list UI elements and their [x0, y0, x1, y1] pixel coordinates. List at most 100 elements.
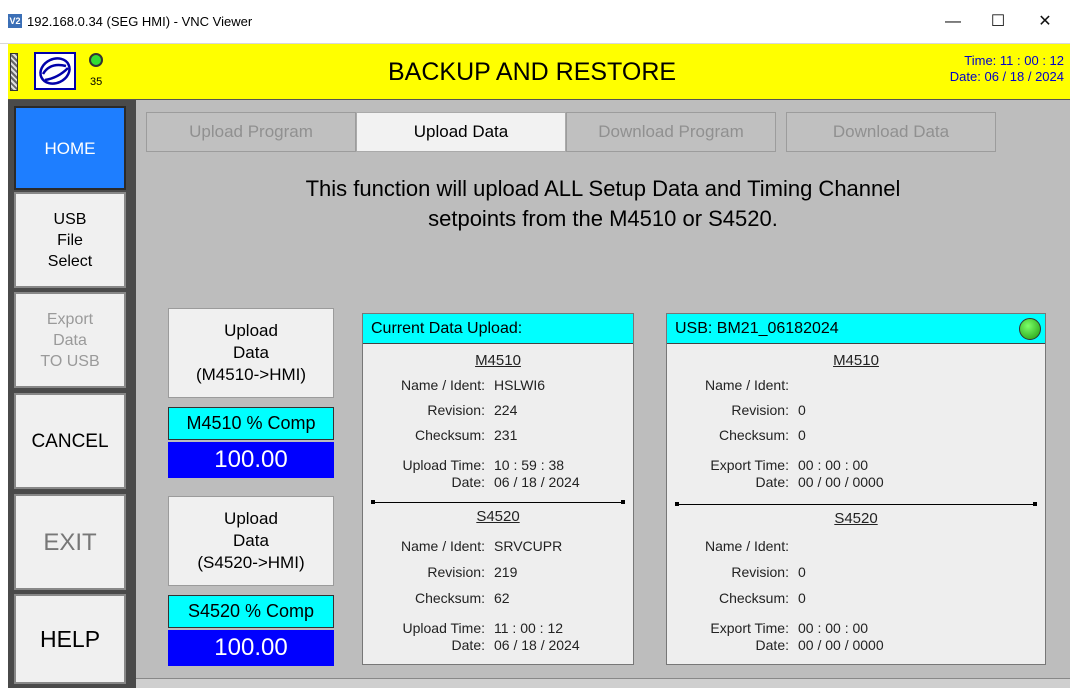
- current-m4510-title: M4510: [475, 352, 521, 369]
- date-value: 00 / 00 / 0000: [798, 637, 884, 653]
- upload-time-label: Upload Time:: [402, 620, 485, 636]
- current-s4520-date-row: Date: 06 / 18 / 2024: [363, 636, 633, 654]
- bottom-strip: [136, 678, 1070, 688]
- usb-header: USB: BM21_06182024: [667, 314, 1045, 344]
- current-s4520-time-row: Upload Time: 11 : 00 : 12: [363, 619, 633, 637]
- m4510-comp-label: M4510 % Comp: [168, 407, 334, 440]
- date-label: Date:: [755, 637, 789, 653]
- name-label: Name / Ident:: [704, 538, 789, 554]
- export-data-button[interactable]: Export Data TO USB: [14, 292, 126, 388]
- export-time-value: 00 : 00 : 00: [798, 620, 869, 636]
- current-m4510-revision-row: Revision: 224: [363, 401, 633, 419]
- date-value: 06 / 18 / 2024: [494, 474, 580, 490]
- revision-value: 0: [798, 402, 806, 418]
- seg-logo-icon: [34, 52, 76, 90]
- date-label: Date:: [755, 474, 789, 490]
- usb-s4520-date-row: Date: 00 / 00 / 0000: [667, 636, 1045, 654]
- usb-s4520-title: S4520: [834, 510, 878, 527]
- name-label: Name / Ident:: [400, 377, 485, 393]
- revision-value: 0: [798, 564, 806, 580]
- upload-data-s4520-button[interactable]: Upload Data (S4520->HMI): [168, 496, 334, 586]
- checksum-label: Checksum:: [414, 590, 485, 606]
- checksum-value: 0: [798, 427, 806, 443]
- window-titlebar: V2 192.168.0.34 (SEG HMI) - VNC Viewer —…: [0, 0, 1070, 44]
- window-title: 192.168.0.34 (SEG HMI) - VNC Viewer: [27, 14, 253, 29]
- section-divider: [371, 500, 625, 504]
- current-m4510-name-row: Name / Ident: HSLWI6: [363, 376, 633, 394]
- current-s4520-revision-row: Revision: 219: [363, 563, 633, 581]
- revision-value: 219: [494, 564, 518, 580]
- current-data-header: Current Data Upload:: [363, 314, 633, 344]
- usb-s4520-name-row: Name / Ident:: [667, 537, 1045, 555]
- tab-download-data[interactable]: Download Data: [786, 112, 996, 152]
- usb-m4510-revision-row: Revision: 0: [667, 401, 1045, 419]
- date-text: Date: 06 / 18 / 2024: [949, 69, 1064, 84]
- revision-label: Revision:: [731, 402, 789, 418]
- counter-value: 35: [90, 76, 103, 88]
- checksum-label: Checksum:: [718, 427, 789, 443]
- current-m4510-checksum-row: Checksum: 231: [363, 426, 633, 444]
- section-divider: [675, 502, 1037, 506]
- page-title: BACKUP AND RESTORE: [388, 58, 677, 86]
- name-value: SRVCUPR: [494, 538, 563, 554]
- name-value: HSLWI6: [494, 377, 546, 393]
- upload-time-value: 11 : 00 : 12: [494, 620, 564, 636]
- current-s4520-title: S4520: [476, 508, 520, 525]
- upload-data-m4510-button[interactable]: Upload Data (M4510->HMI): [168, 308, 334, 398]
- sidebar: HOME USB File Select Export Data TO USB …: [8, 100, 136, 688]
- tab-upload-data[interactable]: Upload Data: [356, 112, 566, 152]
- function-description: This function will upload ALL Setup Data…: [136, 174, 1070, 234]
- close-icon[interactable]: ✕: [1025, 8, 1065, 36]
- minimize-icon[interactable]: —: [933, 8, 973, 36]
- help-button[interactable]: HELP: [14, 594, 126, 684]
- revision-label: Revision:: [731, 564, 789, 580]
- description-line-2: setpoints from the M4510 or S4520.: [428, 206, 778, 231]
- hmi-panel: HOME USB File Select Export Data TO USB …: [8, 100, 1070, 688]
- checksum-label: Checksum:: [718, 590, 789, 606]
- cancel-button[interactable]: CANCEL: [14, 393, 126, 489]
- usb-m4510-checksum-row: Checksum: 0: [667, 426, 1045, 444]
- export-time-value: 00 : 00 : 00: [798, 457, 869, 473]
- usb-m4510-date-row: Date: 00 / 00 / 0000: [667, 473, 1045, 491]
- s4520-comp-value: 100.00: [168, 630, 334, 666]
- exit-button[interactable]: EXIT: [14, 494, 126, 590]
- usb-s4520-time-row: Export Time: 00 : 00 : 00: [667, 619, 1045, 637]
- main-content: Upload Program Upload Data Download Prog…: [136, 100, 1070, 688]
- home-button[interactable]: HOME: [14, 106, 126, 190]
- usb-data-panel: USB: BM21_06182024 M4510 Name / Ident: R…: [666, 313, 1046, 665]
- export-time-label: Export Time:: [710, 457, 789, 473]
- usb-m4510-time-row: Export Time: 00 : 00 : 00: [667, 456, 1045, 474]
- current-s4520-checksum-row: Checksum: 62: [363, 589, 633, 607]
- header-pattern-icon: [10, 53, 18, 91]
- name-label: Name / Ident:: [400, 538, 485, 554]
- revision-label: Revision:: [427, 402, 485, 418]
- m4510-comp-value: 100.00: [168, 442, 334, 478]
- usb-file-select-button[interactable]: USB File Select: [14, 192, 126, 288]
- description-line-1: This function will upload ALL Setup Data…: [305, 176, 901, 201]
- usb-status-led-icon: [1019, 318, 1041, 340]
- maximize-icon[interactable]: ☐: [978, 8, 1018, 36]
- hmi-header: 35 BACKUP AND RESTORE Time: 11 : 00 : 12…: [8, 44, 1070, 100]
- revision-label: Revision:: [427, 564, 485, 580]
- tab-upload-program[interactable]: Upload Program: [146, 112, 356, 152]
- checksum-label: Checksum:: [414, 427, 485, 443]
- checksum-value: 231: [494, 427, 518, 443]
- current-s4520-name-row: Name / Ident: SRVCUPR: [363, 537, 633, 555]
- checksum-value: 62: [494, 590, 510, 606]
- datetime-display: Time: 11 : 00 : 12 Date: 06 / 18 / 2024: [950, 53, 1064, 85]
- current-m4510-date-row: Date: 06 / 18 / 2024: [363, 473, 633, 491]
- upload-time-label: Upload Time:: [402, 457, 485, 473]
- s4520-comp-label: S4520 % Comp: [168, 595, 334, 628]
- usb-m4510-title: M4510: [833, 352, 879, 369]
- tab-download-program[interactable]: Download Program: [566, 112, 776, 152]
- usb-header-label: USB: BM21_06182024: [675, 320, 839, 337]
- usb-s4520-checksum-row: Checksum: 0: [667, 589, 1045, 607]
- date-label: Date:: [451, 637, 485, 653]
- vnc-app-icon: V2: [8, 14, 22, 28]
- usb-s4520-revision-row: Revision: 0: [667, 563, 1045, 581]
- date-value: 00 / 00 / 0000: [798, 474, 884, 490]
- date-value: 06 / 18 / 2024: [494, 637, 580, 653]
- current-m4510-time-row: Upload Time: 10 : 59 : 38: [363, 456, 633, 474]
- usb-m4510-name-row: Name / Ident:: [667, 376, 1045, 394]
- upload-time-value: 10 : 59 : 38: [494, 457, 565, 473]
